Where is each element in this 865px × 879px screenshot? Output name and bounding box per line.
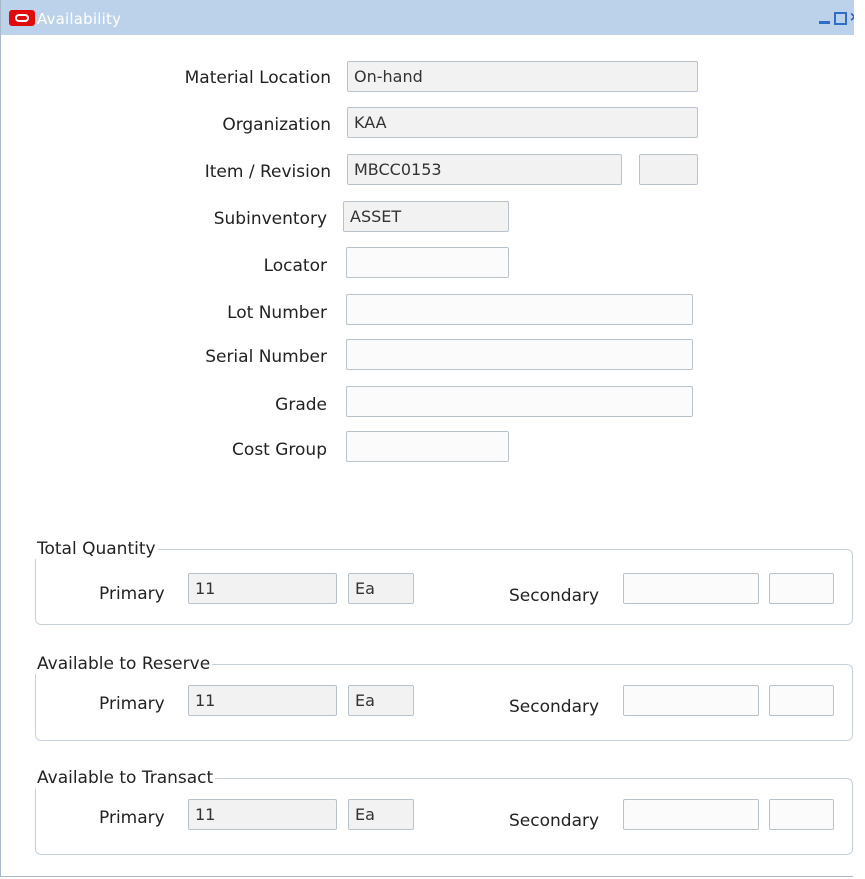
available-to-transact-title: Available to Transact [35,768,216,788]
serial-number-label: Serial Number [205,347,327,367]
reserve-secondary-label: Secondary [509,697,600,717]
subinventory-field[interactable]: ASSET [343,201,509,232]
total-quantity-title: Total Quantity [35,539,158,559]
subinventory-label: Subinventory [213,209,327,229]
availability-window: Availability × Material Location On-hand… [0,0,854,877]
organization-label: Organization [222,115,331,135]
oracle-logo-icon [9,10,35,26]
cost-group-label: Cost Group [232,440,327,460]
transact-primary-field[interactable]: 11 [188,799,337,830]
reserve-primary-field[interactable]: 11 [188,685,337,716]
item-revision-label: Item / Revision [204,162,331,182]
total-primary-label: Primary [99,584,165,604]
cost-group-field[interactable] [346,431,509,462]
minimize-icon[interactable] [818,11,832,25]
transact-primary-uom-field[interactable]: Ea [348,799,414,830]
window-title: Availability [37,10,122,28]
reserve-secondary-uom-field[interactable] [769,685,834,716]
item-field[interactable]: MBCC0153 [347,154,622,185]
material-location-field[interactable]: On-hand [347,61,698,92]
locator-field[interactable] [346,247,509,278]
locator-label: Locator [263,256,327,276]
available-to-reserve-title: Available to Reserve [35,654,213,674]
reserve-primary-uom-field[interactable]: Ea [348,685,414,716]
transact-primary-label: Primary [99,808,165,828]
transact-secondary-uom-field[interactable] [769,799,834,830]
maximize-icon[interactable] [834,12,847,25]
grade-label: Grade [275,395,327,415]
total-primary-uom-field[interactable]: Ea [348,573,414,604]
material-location-label: Material Location [184,68,331,88]
total-secondary-field[interactable] [623,573,759,604]
lot-number-label: Lot Number [227,303,327,323]
close-icon[interactable]: × [849,11,854,25]
total-secondary-label: Secondary [509,586,600,606]
transact-secondary-field[interactable] [623,799,759,830]
serial-number-field[interactable] [346,339,693,370]
revision-field[interactable] [639,154,698,185]
grade-field[interactable] [346,386,693,417]
transact-secondary-label: Secondary [509,811,600,831]
organization-field[interactable]: KAA [347,107,698,138]
lot-number-field[interactable] [346,294,693,325]
total-secondary-uom-field[interactable] [769,573,834,604]
title-bar[interactable]: Availability × [1,0,854,35]
total-primary-field[interactable]: 11 [188,573,337,604]
reserve-secondary-field[interactable] [623,685,759,716]
reserve-primary-label: Primary [99,694,165,714]
